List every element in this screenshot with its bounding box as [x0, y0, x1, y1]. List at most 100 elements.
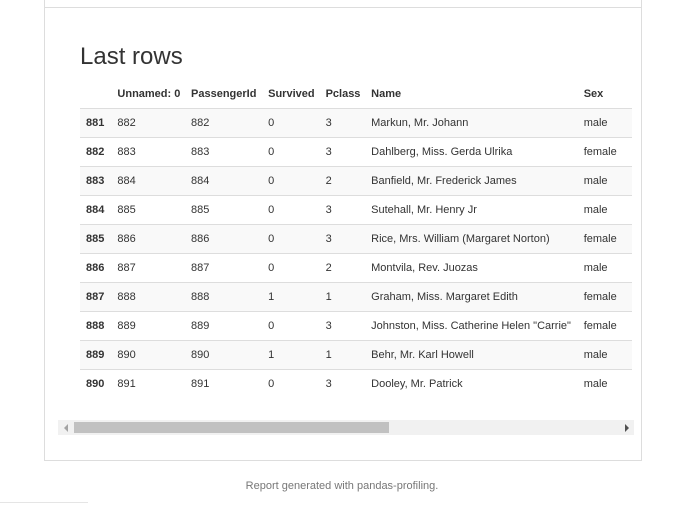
- cell-survived: 0: [264, 108, 322, 138]
- scroll-right-button[interactable]: [619, 420, 634, 435]
- cell-pclass: 3: [325, 378, 332, 390]
- cell-pclass: 3: [321, 195, 368, 225]
- row-index: 887: [80, 282, 114, 312]
- cell-unnamed: 888: [113, 282, 188, 312]
- cell-passengerid: 889: [187, 311, 265, 341]
- cell-sex: female: [579, 282, 632, 312]
- cell-name: Johnston, Miss. Catherine Helen "Carrie": [367, 311, 580, 341]
- table-row: 889 890 890 1 1 Behr, Mr. Karl Howell male: [80, 340, 632, 370]
- column-header-survived: Survived: [264, 80, 322, 109]
- scrollbar-thumb[interactable]: [74, 422, 389, 433]
- table-row: 883 884 884 0 2 Banfield, Mr. Frederick James…: [80, 166, 632, 196]
- table-row: 885 886 886 0 3 Rice, Mrs. William (Margaret …: [80, 224, 632, 254]
- cell-sex: male: [579, 166, 632, 196]
- column-header-passengerid: PassengerId: [187, 80, 265, 109]
- row-index: 881: [80, 108, 114, 138]
- cell-survived: 0: [264, 137, 322, 167]
- cell-pclass: 2: [321, 166, 368, 196]
- table-row: 887 888 888 1 1 Graham, Miss. Margaret Edith f…: [80, 282, 632, 312]
- cell-survived: 0: [264, 311, 322, 341]
- pandas-profiling-link[interactable]: pandas-profiling: [357, 480, 435, 492]
- report-footer: Report generated with pandas-profiling.: [0, 480, 684, 492]
- cell-name: Markun, Mr. Johann: [367, 108, 580, 138]
- cell-survived: 0: [264, 195, 322, 225]
- cell-passengerid: 885: [187, 195, 265, 225]
- cell-sex: female: [579, 311, 632, 341]
- cell-name: Behr, Mr. Karl Howell: [367, 340, 580, 370]
- column-header-unnamed: Unnamed: 0: [113, 80, 188, 109]
- cell-passengerid: 887: [187, 253, 265, 283]
- row-index: 889: [80, 340, 114, 370]
- table-row: 886 887 887 0 2 Montvila, Rev. Juozas male: [80, 253, 632, 283]
- cell-name: Banfield, Mr. Frederick James: [367, 166, 580, 196]
- cell-passengerid: 882: [187, 108, 265, 138]
- cell-unnamed: 884: [113, 166, 188, 196]
- cell-unnamed: 890: [113, 340, 188, 370]
- cell-survived: 0: [264, 166, 322, 196]
- column-header-pclass: Pclass: [321, 80, 368, 109]
- cell-pclass: 1: [321, 282, 368, 312]
- cell-pclass: 3: [321, 108, 368, 138]
- column-header-sex: Sex: [579, 80, 632, 109]
- cell-passengerid: 886: [187, 224, 265, 254]
- column-header-name: Name: [367, 80, 580, 109]
- column-header-index: [80, 80, 114, 109]
- cell-survived: 1: [264, 282, 322, 312]
- cell-sex: male: [579, 108, 632, 138]
- table-row: 888 889 889 0 3 Johnston, Miss. Catherine Hel…: [80, 311, 632, 341]
- section-title: Last rows: [80, 43, 183, 70]
- table-viewport[interactable]: Unnamed: 0 PassengerId Survived Pclass N…: [80, 80, 632, 397]
- cell-sex: male: [583, 378, 608, 390]
- cell-passengerid: 890: [187, 340, 265, 370]
- cell-unnamed: 889: [113, 311, 188, 341]
- row-index: 886: [80, 253, 114, 283]
- cell-survived: 0: [268, 378, 275, 390]
- row-index: 883: [80, 166, 114, 196]
- cell-pclass: 3: [321, 224, 368, 254]
- cell-name: Rice, Mrs. William (Margaret Norton): [367, 224, 580, 254]
- row-index: 884: [80, 195, 114, 225]
- cell-name: Dooley, Mr. Patrick: [371, 378, 463, 390]
- row-index: 885: [80, 224, 114, 254]
- cell-unnamed: 885: [113, 195, 188, 225]
- table-body: 881 882 882 0 3 Markun, Mr. Johann male 882 883 8…: [80, 108, 632, 398]
- row-index: 888: [80, 311, 114, 341]
- cell-name: Montvila, Rev. Juozas: [367, 253, 580, 283]
- scroll-left-button[interactable]: [58, 420, 73, 435]
- panel-divider: [45, 7, 641, 8]
- cell-unnamed: 886: [113, 224, 188, 254]
- cell-pclass: 3: [321, 311, 368, 341]
- row-index: 890: [86, 378, 105, 390]
- cell-unnamed: 883: [113, 137, 188, 167]
- triangle-left-icon: [63, 423, 68, 432]
- table-row: 882 883 883 0 3 Dahlberg, Miss. Gerda Ulrika f…: [80, 137, 632, 167]
- cell-sex: male: [579, 195, 632, 225]
- cell-name: Graham, Miss. Margaret Edith: [367, 282, 580, 312]
- footer-suffix: .: [435, 480, 439, 492]
- cell-sex: male: [579, 340, 632, 370]
- cell-passengerid: 884: [187, 166, 265, 196]
- table-row: 881 882 882 0 3 Markun, Mr. Johann male: [80, 108, 632, 138]
- cell-pclass: 1: [321, 340, 368, 370]
- cell-name: Dahlberg, Miss. Gerda Ulrika: [367, 137, 580, 167]
- cell-sex: male: [579, 253, 632, 283]
- cell-survived: 0: [264, 224, 322, 254]
- cell-name: Sutehall, Mr. Henry Jr: [367, 195, 580, 225]
- last-rows-table: Unnamed: 0 PassengerId Survived Pclass N…: [80, 80, 632, 397]
- cell-sex: female: [579, 224, 632, 254]
- cell-pclass: 2: [321, 253, 368, 283]
- table-row: 890 891 891 0 3 Dooley, Mr. Patrick male: [80, 370, 632, 398]
- table-row: 884 885 885 0 3 Sutehall, Mr. Henry Jr male: [80, 195, 632, 225]
- row-index: 882: [80, 137, 114, 167]
- last-rows-panel: Last rows Unnamed: 0 PassengerId Survive…: [44, 0, 642, 461]
- cell-passengerid: 883: [187, 137, 265, 167]
- cell-pclass: 3: [321, 137, 368, 167]
- cell-unnamed: 887: [113, 253, 188, 283]
- cell-sex: female: [579, 137, 632, 167]
- horizontal-scrollbar[interactable]: [58, 420, 634, 435]
- cell-survived: 1: [264, 340, 322, 370]
- cell-survived: 0: [264, 253, 322, 283]
- cell-passengerid: 891: [191, 378, 210, 390]
- triangle-right-icon: [624, 423, 629, 432]
- bottom-divider: [0, 502, 88, 503]
